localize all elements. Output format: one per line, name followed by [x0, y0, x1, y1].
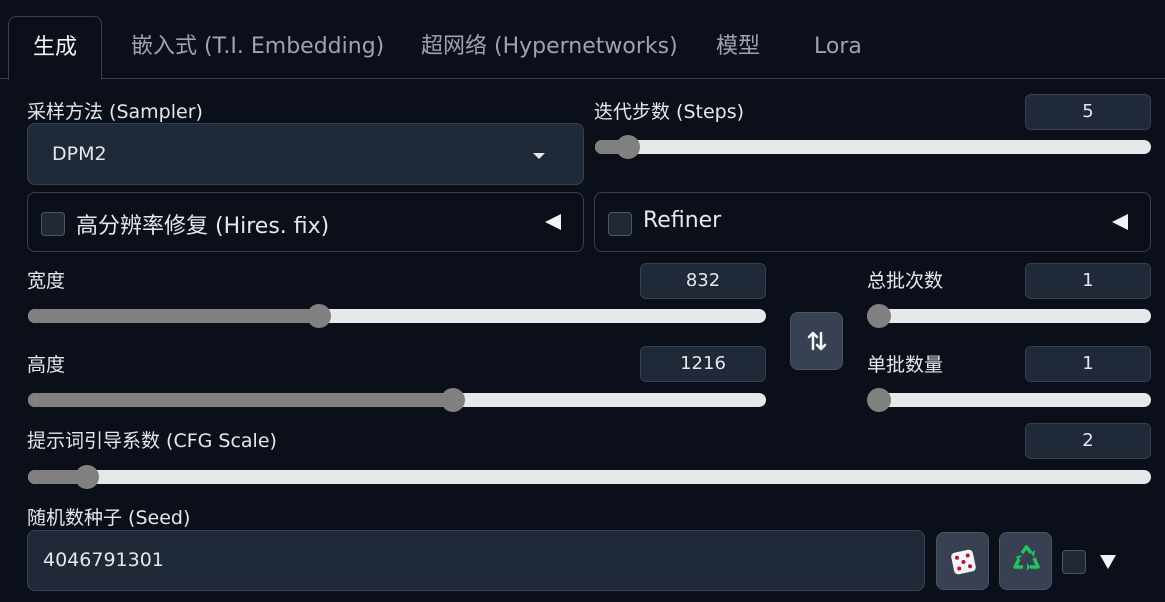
collapse-toggle-icon[interactable] — [545, 214, 561, 230]
swap-dimensions-button[interactable] — [790, 312, 843, 370]
hires-fix-accordion[interactable]: 高分辨率修复 (Hires. fix) — [27, 192, 584, 252]
width-slider-fill — [28, 309, 320, 323]
dice-icon — [951, 549, 976, 575]
swap-dimensions-icon — [807, 331, 826, 351]
width-number-input[interactable]: 832 — [640, 263, 766, 299]
height-slider[interactable] — [28, 388, 766, 412]
refiner-accordion[interactable]: Refiner — [594, 192, 1151, 252]
tab-textual-inversion[interactable]: 嵌入式 (T.I. Embedding) — [131, 16, 384, 79]
random-seed-button[interactable] — [936, 532, 989, 590]
height-slider-thumb[interactable] — [441, 388, 466, 412]
batch-size-slider[interactable] — [867, 388, 1151, 412]
sampler-value: DPM2 — [52, 143, 107, 165]
reuse-seed-button[interactable] — [999, 532, 1052, 590]
cfg-scale-slider-thumb[interactable] — [75, 465, 100, 489]
seed-label: 随机数种子 (Seed) — [27, 507, 191, 529]
cfg-scale-label: 提示词引导系数 (CFG Scale) — [27, 430, 277, 452]
batch-size-slider-thumb[interactable] — [867, 388, 891, 412]
height-label: 高度 — [27, 354, 66, 376]
batch-count-slider-thumb[interactable] — [867, 304, 891, 328]
steps-label: 迭代步数 (Steps) — [594, 101, 745, 123]
tab-checkpoints[interactable]: 模型 — [716, 16, 760, 79]
tab-hypernetworks[interactable]: 超网络 (Hypernetworks) — [421, 16, 678, 79]
extra-seed-checkbox[interactable] — [1062, 550, 1086, 574]
chevron-down-icon — [533, 153, 545, 159]
expand-toggle-icon[interactable] — [1100, 555, 1116, 569]
tab-lora[interactable]: Lora — [814, 16, 862, 79]
tab-generate[interactable]: 生成 — [8, 16, 103, 80]
width-slider[interactable] — [28, 304, 766, 328]
steps-slider[interactable] — [595, 135, 1151, 159]
sampler-label: 采样方法 (Sampler) — [27, 101, 203, 123]
width-slider-thumb[interactable] — [307, 304, 332, 328]
batch-count-label: 总批次数 — [867, 270, 944, 292]
tab-bar: 生成 嵌入式 (T.I. Embedding) 超网络 (Hypernetwor… — [0, 0, 1165, 80]
refiner-checkbox[interactable] — [608, 212, 632, 236]
hires-fix-checkbox[interactable] — [41, 212, 65, 236]
batch-count-slider[interactable] — [867, 304, 1151, 328]
seed-input[interactable]: 4046791301 — [27, 530, 925, 591]
height-slider-fill — [28, 393, 454, 407]
cfg-scale-number-input[interactable]: 2 — [1025, 423, 1151, 459]
refiner-label: Refiner — [643, 208, 722, 233]
collapse-toggle-icon[interactable] — [1112, 214, 1128, 230]
height-number-input[interactable]: 1216 — [640, 346, 766, 382]
hires-fix-label: 高分辨率修复 (Hires. fix) — [76, 214, 330, 239]
batch-count-number-input[interactable]: 1 — [1025, 263, 1151, 299]
width-label: 宽度 — [27, 270, 66, 292]
sampler-dropdown[interactable]: DPM2 — [27, 123, 584, 185]
batch-size-number-input[interactable]: 1 — [1025, 346, 1151, 382]
steps-slider-thumb[interactable] — [616, 135, 641, 159]
recycle-icon — [1013, 545, 1040, 571]
batch-size-label: 单批数量 — [867, 354, 944, 376]
cfg-scale-slider[interactable] — [28, 465, 1151, 489]
steps-number-input[interactable]: 5 — [1025, 94, 1151, 130]
